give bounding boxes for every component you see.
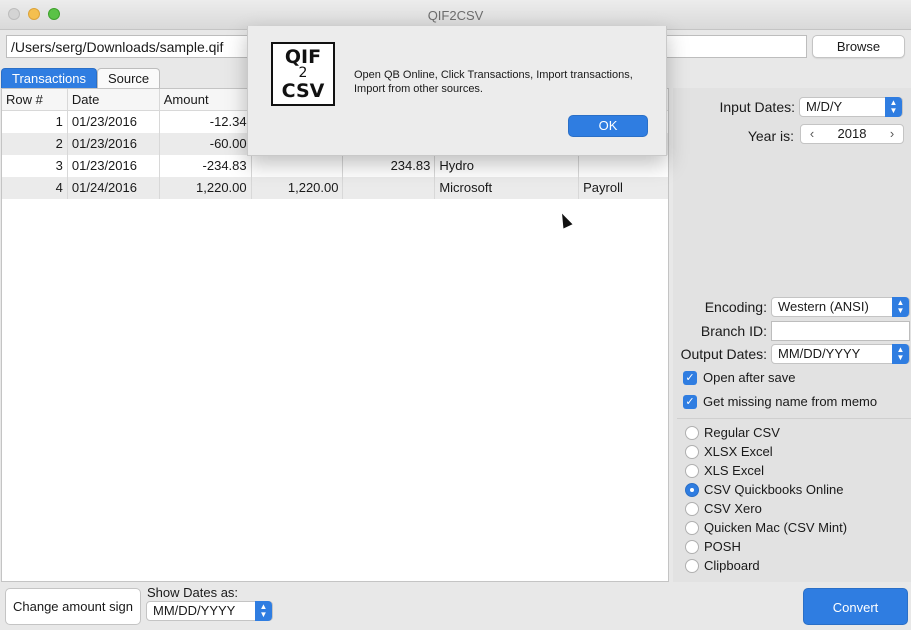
table-cell: 01/23/2016 (68, 111, 160, 133)
format-label: CSV Xero (704, 501, 762, 516)
format-label: XLS Excel (704, 463, 764, 478)
tab-transactions[interactable]: Transactions (1, 68, 97, 88)
change-amount-sign-button[interactable]: Change amount sign (5, 588, 141, 625)
format-radio-csv-xero[interactable]: CSV Xero (685, 501, 762, 516)
branch-id-field[interactable] (771, 321, 910, 341)
chevron-up-down-icon: ▲ ▼ (892, 344, 909, 364)
info-dialog: QIF 2 CSV Open QB Online, Click Transact… (247, 26, 667, 156)
column-header-date[interactable]: Date (68, 89, 160, 110)
encoding-label: Encoding: (704, 299, 767, 315)
tab-source[interactable]: Source (96, 68, 161, 88)
logo-line-3: CSV (281, 80, 325, 102)
branch-id-label: Branch ID: (700, 323, 767, 339)
table-row[interactable]: 3 01/23/2016 -234.83 234.83 Hydro (2, 155, 668, 177)
chevron-up-down-icon: ▲ ▼ (255, 601, 272, 621)
chevron-right-icon[interactable]: › (883, 125, 901, 143)
input-dates-select[interactable]: M/D/Y ▲ ▼ (799, 97, 903, 117)
dialog-message: Open QB Online, Click Transactions, Impo… (354, 69, 633, 95)
table-cell: 01/23/2016 (68, 155, 160, 177)
table-cell: 1,220.00 (160, 177, 252, 199)
input-dates-value: M/D/Y (806, 99, 843, 114)
table-cell: Hydro (435, 155, 580, 177)
table-cell: 2 (2, 133, 68, 155)
format-radio-quicken-mac[interactable]: Quicken Mac (CSV Mint) (685, 520, 847, 535)
tab-bar: Transactions Source (1, 68, 161, 88)
chevron-up-down-icon: ▲ ▼ (892, 297, 909, 317)
table-cell: 01/23/2016 (68, 133, 160, 155)
year-label: Year is: (747, 128, 794, 144)
show-dates-select[interactable]: MM/DD/YYYY ▲ ▼ (146, 601, 273, 621)
chevron-up-down-icon: ▲ ▼ (885, 97, 902, 117)
radio-button[interactable] (685, 463, 699, 478)
table-cell: -234.83 (160, 155, 252, 177)
browse-button[interactable]: Browse (812, 35, 905, 58)
format-radio-posh[interactable]: POSH (685, 539, 741, 554)
radio-button[interactable] (685, 539, 699, 554)
checkmark-icon: ✓ (683, 394, 697, 409)
table-cell (343, 177, 436, 199)
convert-button[interactable]: Convert (803, 588, 908, 625)
open-after-save-label: Open after save (703, 370, 796, 385)
format-radio-clipboard[interactable]: Clipboard (685, 558, 760, 573)
encoding-select[interactable]: Western (ANSI) ▲ ▼ (771, 297, 910, 317)
window-title: QIF2CSV (427, 8, 484, 23)
get-missing-name-checkbox[interactable]: ✓ Get missing name from memo (683, 394, 877, 409)
radio-button[interactable] (685, 444, 699, 459)
checkmark-icon: ✓ (683, 370, 697, 385)
column-header-row-number[interactable]: Row # (2, 89, 68, 110)
table-cell: 3 (2, 155, 68, 177)
radio-button-selected[interactable] (685, 482, 699, 497)
input-dates-label: Input Dates: (719, 99, 796, 115)
table-cell (579, 155, 668, 177)
format-radio-csv-quickbooks-online[interactable]: CSV Quickbooks Online (685, 482, 843, 497)
format-label: CSV Quickbooks Online (704, 482, 844, 497)
qif2csv-logo: QIF 2 CSV (271, 42, 335, 106)
table-cell: 234.83 (343, 155, 436, 177)
format-label: Regular CSV (704, 425, 780, 440)
logo-line-1: QIF (284, 46, 322, 68)
get-missing-name-label: Get missing name from memo (703, 394, 878, 409)
format-label: XLSX Excel (704, 444, 773, 459)
output-dates-select[interactable]: MM/DD/YYYY ▲ ▼ (771, 344, 910, 364)
open-after-save-checkbox[interactable]: ✓ Open after save (683, 370, 796, 385)
format-radio-regular-csv[interactable]: Regular CSV (685, 425, 780, 440)
show-dates-label: Show Dates as: (147, 585, 239, 600)
table-cell (252, 155, 344, 177)
logo-line-2: 2 (298, 65, 308, 81)
radio-button[interactable] (685, 501, 699, 516)
output-dates-label: Output Dates: (680, 346, 767, 362)
table-cell: 01/24/2016 (68, 177, 160, 199)
encoding-value: Western (ANSI) (778, 299, 869, 314)
radio-button[interactable] (685, 520, 699, 535)
ok-button[interactable]: OK (568, 115, 648, 137)
transactions-table[interactable]: Row # Date Amount 1 01/23/2016 -12.34 2 … (1, 88, 669, 582)
table-cell: 1 (2, 111, 68, 133)
output-dates-value: MM/DD/YYYY (778, 346, 861, 361)
radio-button[interactable] (685, 558, 699, 573)
output-format-group: Regular CSV XLSX Excel XLS Excel CSV Qui… (677, 418, 911, 578)
column-header-amount[interactable]: Amount (160, 89, 252, 110)
table-row[interactable]: 4 01/24/2016 1,220.00 1,220.00 Microsoft… (2, 177, 668, 199)
format-label: Clipboard (704, 558, 760, 573)
table-cell: 1,220.00 (252, 177, 344, 199)
table-cell: Microsoft (435, 177, 580, 199)
format-label: POSH (704, 539, 741, 554)
format-radio-xls-excel[interactable]: XLS Excel (685, 463, 764, 478)
table-cell: -60.00 (160, 133, 252, 155)
table-cell: 4 (2, 177, 68, 199)
show-dates-value: MM/DD/YYYY (153, 603, 236, 618)
radio-button[interactable] (685, 425, 699, 440)
format-label: Quicken Mac (CSV Mint) (704, 520, 848, 535)
year-stepper[interactable]: ‹ 2018 › (800, 124, 904, 144)
table-cell: Payroll (583, 180, 623, 195)
table-cell: -12.34 (160, 111, 252, 133)
format-radio-xlsx-excel[interactable]: XLSX Excel (685, 444, 773, 459)
